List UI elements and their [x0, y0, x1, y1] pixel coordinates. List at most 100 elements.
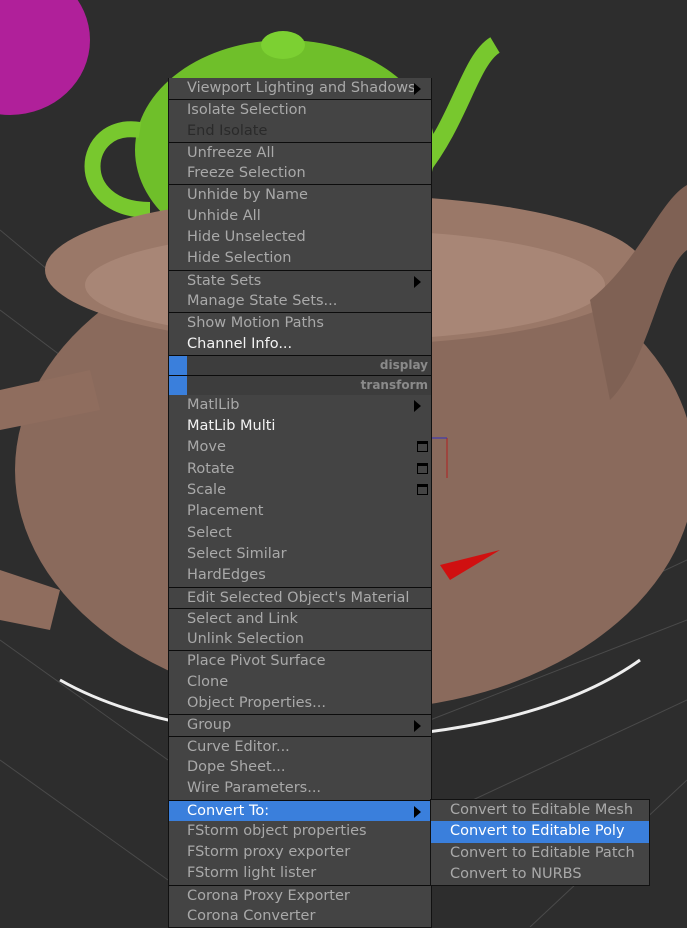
menu-item-label: FStorm light lister	[187, 865, 317, 882]
menu-item-rotate[interactable]: Rotate	[169, 459, 431, 480]
menu-item-label: Select Similar	[187, 545, 287, 562]
menu-item-label: Freeze Selection	[187, 165, 306, 182]
menu-item-label: Edit Selected Object's Material	[187, 589, 410, 606]
submenu-arrow-icon	[414, 805, 421, 818]
submenu-arrow-icon	[414, 83, 421, 95]
menu-item-label: Select	[187, 524, 232, 541]
menu-item-place-pivot-surface[interactable]: Place Pivot Surface	[169, 650, 431, 671]
menu-item-label: Object Properties...	[187, 695, 326, 712]
quadrant-title: transform	[360, 377, 428, 392]
menu-item-label: Place Pivot Surface	[187, 653, 326, 670]
menu-item-convert-to-editable-poly[interactable]: Convert to Editable Poly	[431, 821, 649, 843]
menu-item-matllib[interactable]: MatlLib	[169, 395, 431, 416]
menu-item-unfreeze-all[interactable]: Unfreeze All	[169, 141, 431, 163]
submenu-arrow-icon	[414, 720, 421, 733]
menu-item-label: MatlLib	[187, 396, 240, 413]
menu-item-show-motion-paths[interactable]: Show Motion Paths	[169, 312, 431, 333]
menu-item-scale[interactable]: Scale	[169, 480, 431, 501]
menu-item-label: Hide Unselected	[187, 229, 306, 246]
menu-item-move[interactable]: Move	[169, 437, 431, 458]
menu-item-edit-selected-object-s-material[interactable]: Edit Selected Object's Material	[169, 586, 431, 608]
submenu-arrow-icon	[414, 399, 421, 412]
menu-item-select-similar[interactable]: Select Similar	[169, 544, 431, 565]
menu-item-wire-parameters[interactable]: Wire Parameters...	[169, 778, 431, 799]
menu-item-unlink-selection[interactable]: Unlink Selection	[169, 629, 431, 650]
menu-item-group[interactable]: Group	[169, 714, 431, 735]
transform-quadrant-header: transform	[169, 374, 431, 395]
settings-box-icon[interactable]	[417, 462, 428, 474]
menu-item-freeze-selection[interactable]: Freeze Selection	[169, 163, 431, 184]
convert-to-submenu: Convert to Editable Mesh Convert to Edita…	[430, 799, 650, 887]
menu-item-label: Placement	[187, 503, 264, 520]
settings-box-icon[interactable]	[417, 441, 428, 453]
menu-item-label: Convert to NURBS	[450, 865, 582, 882]
menu-item-convert-to[interactable]: Convert To:	[169, 799, 431, 821]
menu-item-label: Unlink Selection	[187, 631, 304, 648]
menu-item-convert-to-editable-patch[interactable]: Convert to Editable Patch	[431, 843, 649, 864]
menu-item-hardedges[interactable]: HardEdges	[169, 565, 431, 586]
quad-menu: Viewport Lighting and Shadows Isolate Sel…	[168, 78, 432, 928]
menu-item-label: Convert to Editable Poly	[450, 823, 625, 840]
menu-item-label: Corona Proxy Exporter	[187, 887, 350, 904]
settings-box-icon[interactable]	[417, 484, 428, 496]
menu-item-label: Isolate Selection	[187, 102, 307, 119]
menu-item-fstorm-proxy-exporter[interactable]: FStorm proxy exporter	[169, 842, 431, 863]
menu-item-channel-info[interactable]: Channel Info...	[169, 334, 431, 355]
menu-item-label: Hide Selection	[187, 250, 292, 267]
menu-item-label: Move	[187, 439, 226, 456]
menu-item-label: MatLib Multi	[187, 418, 276, 435]
menu-item-manage-state-sets[interactable]: Manage State Sets...	[169, 291, 431, 312]
display-quadrant-header: display	[169, 354, 431, 375]
menu-item-unhide-all[interactable]: Unhide All	[169, 206, 431, 227]
menu-item-label: Convert to Editable Patch	[450, 844, 635, 861]
menu-item-select[interactable]: Select	[169, 523, 431, 544]
menu-item-hide-unselected[interactable]: Hide Unselected	[169, 227, 431, 248]
menu-item-clone[interactable]: Clone	[169, 672, 431, 693]
menu-item-label: Convert to Editable Mesh	[450, 802, 634, 818]
quadrant-color-swatch	[169, 355, 187, 375]
menu-item-label: FStorm object properties	[187, 822, 367, 839]
menu-item-label: Unhide by Name	[187, 187, 308, 204]
menu-item-placement[interactable]: Placement	[169, 501, 431, 522]
menu-item-hide-selection[interactable]: Hide Selection	[169, 248, 431, 269]
menu-item-label: End Isolate	[187, 122, 268, 139]
menu-item-label: Group	[187, 717, 232, 734]
menu-item-select-and-link[interactable]: Select and Link	[169, 607, 431, 629]
menu-item-dope-sheet[interactable]: Dope Sheet...	[169, 757, 431, 778]
menu-item-label: State Sets	[187, 272, 262, 289]
menu-item-curve-editor[interactable]: Curve Editor...	[169, 735, 431, 757]
menu-item-object-properties[interactable]: Object Properties...	[169, 693, 431, 714]
menu-item-label: Rotate	[187, 460, 235, 477]
menu-item-isolate-selection[interactable]: Isolate Selection	[169, 99, 431, 120]
magenta-teapot	[0, 0, 90, 115]
menu-item-label: HardEdges	[187, 567, 266, 584]
menu-item-corona-proxy-exporter[interactable]: Corona Proxy Exporter	[169, 884, 431, 906]
menu-item-label: Clone	[187, 673, 229, 690]
submenu-arrow-icon	[414, 275, 421, 288]
menu-item-label: Corona Converter	[187, 907, 316, 924]
menu-item-label: Dope Sheet...	[187, 758, 286, 775]
menu-item-corona-converter[interactable]: Corona Converter	[169, 906, 431, 927]
menu-item-convert-to-nurbs[interactable]: Convert to NURBS	[431, 864, 649, 885]
menu-item-fstorm-light-lister[interactable]: FStorm light lister	[169, 863, 431, 884]
menu-item-label: Unhide All	[187, 207, 261, 224]
menu-item-label: FStorm proxy exporter	[187, 844, 351, 861]
menu-item-label: Convert To:	[187, 802, 270, 819]
menu-item-label: Viewport Lighting and Shadows	[187, 80, 416, 96]
menu-item-fstorm-object-properties[interactable]: FStorm object properties	[169, 821, 431, 842]
menu-item-label: Channel Info...	[187, 335, 293, 352]
menu-item-convert-to-editable-mesh[interactable]: Convert to Editable Mesh	[431, 800, 649, 821]
quadrant-title: display	[379, 357, 428, 372]
quadrant-color-swatch	[169, 375, 187, 395]
menu-item-state-sets[interactable]: State Sets	[169, 269, 431, 291]
menu-item-label: Show Motion Paths	[187, 315, 324, 332]
menu-item-viewport-lighting-and-shadows[interactable]: Viewport Lighting and Shadows	[169, 78, 431, 99]
menu-item-label: Manage State Sets...	[187, 292, 338, 309]
menu-item-label: Scale	[187, 482, 227, 499]
menu-item-label: Unfreeze All	[187, 144, 275, 161]
menu-item-label: Curve Editor...	[187, 738, 290, 755]
menu-item-unhide-by-name[interactable]: Unhide by Name	[169, 184, 431, 205]
menu-item-label: Wire Parameters...	[187, 780, 322, 797]
menu-item-end-isolate[interactable]: End Isolate	[169, 121, 431, 142]
menu-item-matlib-multi[interactable]: MatLib Multi	[169, 416, 431, 437]
